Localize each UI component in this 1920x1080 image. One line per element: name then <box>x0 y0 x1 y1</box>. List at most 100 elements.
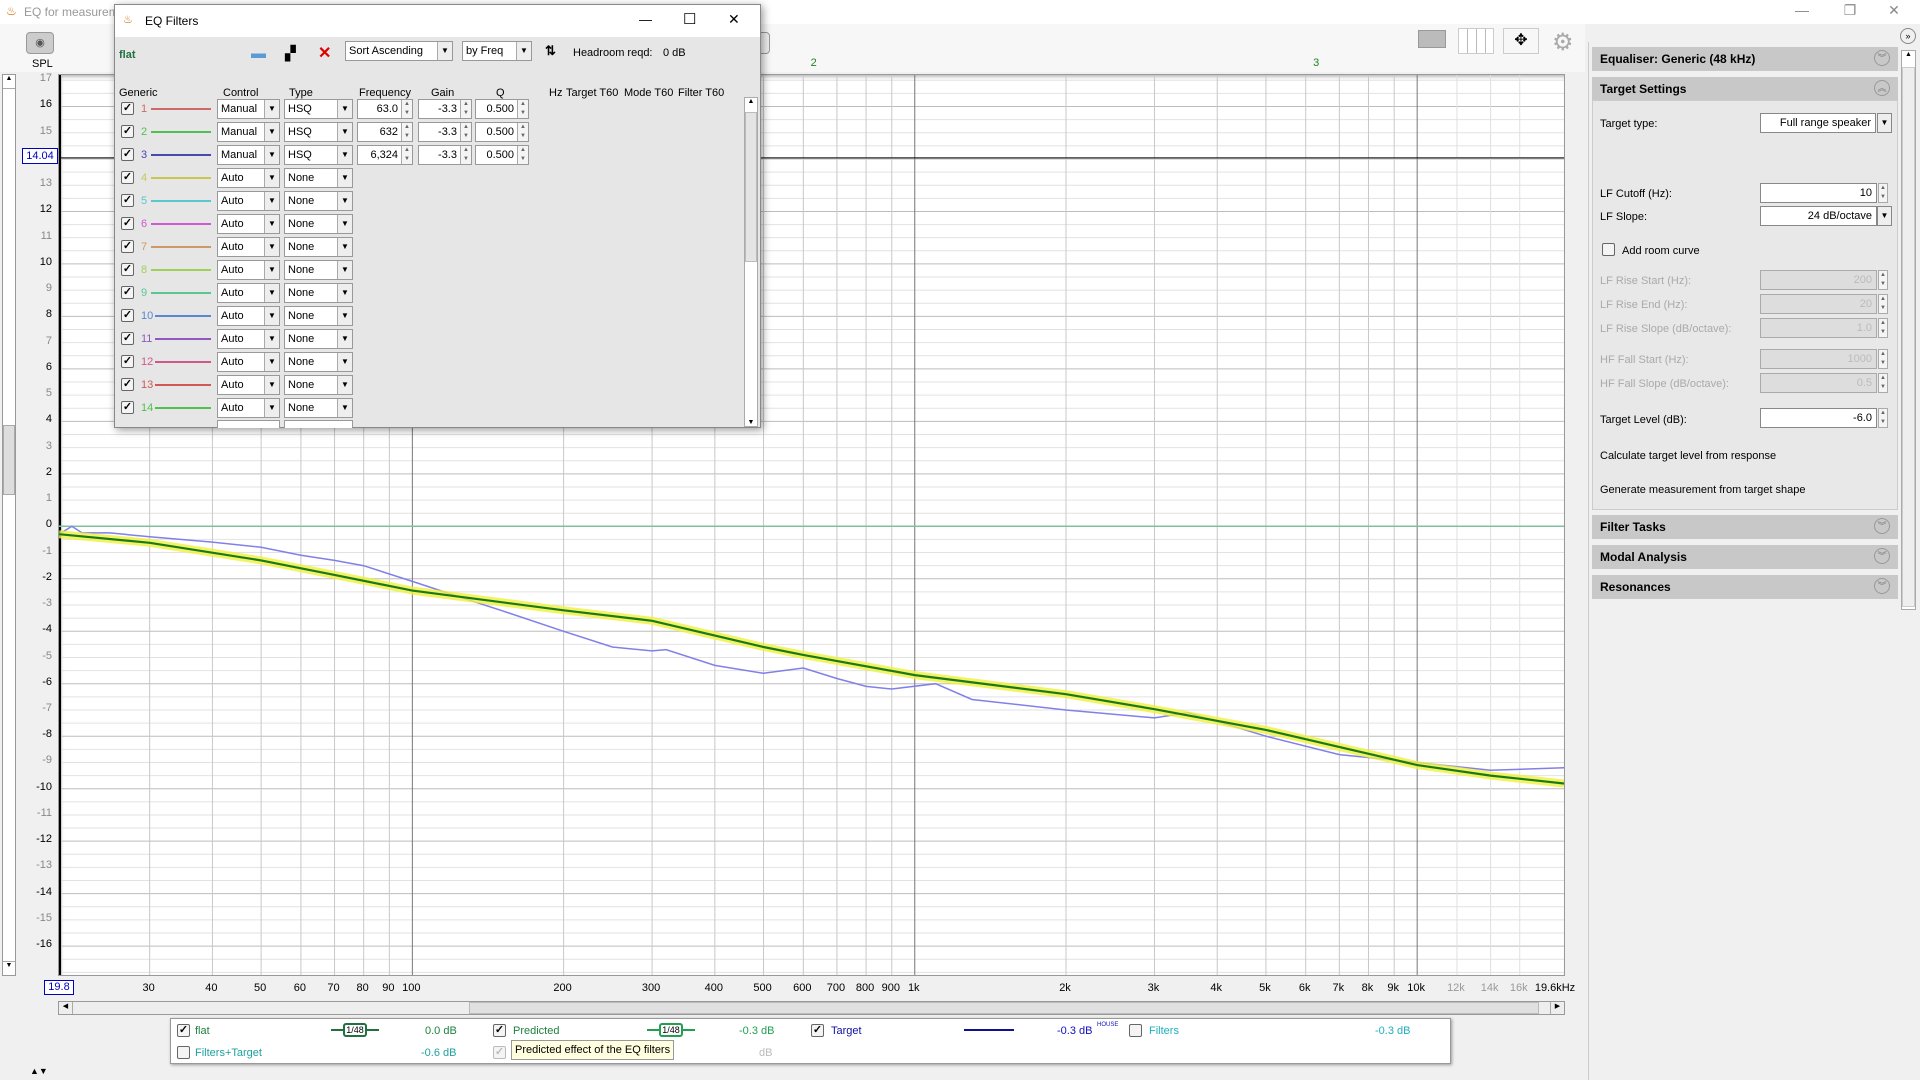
filter-type-select[interactable]: None ▼ <box>284 329 353 349</box>
lf-slope-dropdown-arrow[interactable]: ▼ <box>1877 206 1892 226</box>
filters-scrollbar[interactable]: ▲ ▼ <box>744 97 758 427</box>
filter-control-select[interactable]: Auto ▼ <box>217 283 280 303</box>
hf-fall-slope-input[interactable]: 0.5 <box>1760 373 1877 393</box>
filter-enabled-checkbox[interactable]: ✓ <box>121 355 134 368</box>
equaliser-header[interactable]: Equaliser: Generic (48 kHz) ︾ <box>1592 47 1898 71</box>
settings-gear-icon[interactable]: ⚙ <box>1552 28 1574 57</box>
filters-scroll-up[interactable]: ▲ <box>745 98 757 105</box>
filter-control-select[interactable]: Auto ▼ <box>217 191 280 211</box>
filter-control-select[interactable]: Manual ▼ <box>217 99 280 119</box>
filter-control-select[interactable] <box>217 420 280 428</box>
filter-enabled-checkbox[interactable]: ✓ <box>121 148 134 161</box>
dialog-close-button[interactable]: ✕ <box>728 11 740 28</box>
filter-control-select[interactable]: Auto ▼ <box>217 398 280 418</box>
sort-by-select[interactable]: by Freq ▼ <box>462 41 532 61</box>
hf-fall-slope-spinner[interactable]: ▲ ▼ <box>1878 373 1888 393</box>
lf-rise-end-spinner[interactable]: ▲ ▼ <box>1878 294 1888 314</box>
filter-type-select[interactable]: HSQ ▼ <box>284 122 353 142</box>
filter-enabled-checkbox[interactable]: ✓ <box>121 401 134 414</box>
close-button[interactable]: ✕ <box>1874 2 1914 19</box>
filter-enabled-checkbox[interactable]: ✓ <box>121 171 134 184</box>
extra-checkbox[interactable]: ✓ <box>493 1046 506 1059</box>
scroll-down-arrow[interactable]: ▼ <box>3 961 15 975</box>
filters-scroll-down[interactable]: ▼ <box>745 419 757 426</box>
filters-scroll-thumb[interactable] <box>745 112 757 262</box>
filter-type-select[interactable]: None ▼ <box>284 398 353 418</box>
filter-q-input[interactable]: 0.500 ▲ ▼ <box>475 122 529 142</box>
filter-enabled-checkbox[interactable]: ✓ <box>121 286 134 299</box>
dialog-minimize-button[interactable]: — <box>639 12 652 27</box>
filter-type-select[interactable]: HSQ ▼ <box>284 145 353 165</box>
split-arrows-icon[interactable]: ▲▼ <box>30 1066 48 1076</box>
restore-button[interactable]: ❐ <box>1830 2 1870 19</box>
target-level-spinner[interactable]: ▲ ▼ <box>1878 408 1888 428</box>
sort-direction-icon[interactable]: ⇅ <box>545 43 556 59</box>
grid-icon[interactable] <box>1458 28 1494 54</box>
target-checkbox[interactable]: ✓ <box>811 1024 824 1037</box>
target-level-input[interactable]: -6.0 <box>1760 408 1877 428</box>
lf-rise-end-input[interactable]: 20 <box>1760 294 1877 314</box>
filter-type-select[interactable]: None ▼ <box>284 191 353 211</box>
filter-type-select[interactable]: None ▼ <box>284 168 353 188</box>
panel-scrollbar[interactable]: ▲ <box>1901 50 1916 610</box>
scroll-thumb-h[interactable] <box>469 1002 1539 1014</box>
horizontal-scrollbar[interactable]: ◀ ▶ <box>58 1001 1565 1015</box>
panel-scroll-up[interactable]: ▲ <box>1902 51 1915 58</box>
lf-cutoff-spinner[interactable]: ▲ ▼ <box>1878 183 1888 203</box>
filter-enabled-checkbox[interactable]: ✓ <box>121 217 134 230</box>
filters-target-checkbox[interactable] <box>177 1046 190 1059</box>
camera-icon[interactable]: ◉ <box>26 32 54 54</box>
lf-rise-start-spinner[interactable]: ▲ ▼ <box>1878 270 1888 290</box>
filter-frequency-input[interactable]: 632 ▲ ▼ <box>357 122 413 142</box>
dialog-maximize-button[interactable]: ☐ <box>683 10 696 28</box>
hf-fall-start-spinner[interactable]: ▲ ▼ <box>1878 349 1888 369</box>
filter-enabled-checkbox[interactable]: ✓ <box>121 332 134 345</box>
filter-frequency-input[interactable]: 63.0 ▲ ▼ <box>357 99 413 119</box>
filter-q-input[interactable]: 0.500 ▲ ▼ <box>475 145 529 165</box>
resonances-header[interactable]: Resonances ︾ <box>1592 575 1898 599</box>
delete-icon[interactable]: ✕ <box>318 43 331 63</box>
filter-frequency-input[interactable]: 6,324 ▲ ▼ <box>357 145 413 165</box>
fit-view-icon[interactable] <box>1410 28 1450 54</box>
filter-enabled-checkbox[interactable]: ✓ <box>121 263 134 276</box>
filter-gain-input[interactable]: -3.3 ▲ ▼ <box>418 122 472 142</box>
filter-control-select[interactable]: Auto ▼ <box>217 329 280 349</box>
filter-enabled-checkbox[interactable]: ✓ <box>121 102 134 115</box>
filter-type-select[interactable]: None ▼ <box>284 375 353 395</box>
filter-enabled-checkbox[interactable]: ✓ <box>121 125 134 138</box>
target-type-select[interactable]: Full range speaker <box>1760 113 1876 133</box>
lf-slope-select[interactable]: 24 dB/octave <box>1760 206 1877 226</box>
lf-rise-slope-spinner[interactable]: ▲ ▼ <box>1878 318 1888 338</box>
filter-type-select[interactable]: None ▼ <box>284 352 353 372</box>
filter-control-select[interactable]: Manual ▼ <box>217 145 280 165</box>
minimize-button[interactable]: — <box>1782 2 1822 18</box>
filter-enabled-checkbox[interactable]: ✓ <box>121 309 134 322</box>
pan-arrows-icon[interactable]: ✥ <box>1503 28 1539 54</box>
filter-type-select[interactable]: HSQ ▼ <box>284 99 353 119</box>
filter-type-select[interactable]: None ▼ <box>284 214 353 234</box>
filter-type-select[interactable]: None ▼ <box>284 283 353 303</box>
filters-checkbox[interactable] <box>1129 1024 1142 1037</box>
filter-control-select[interactable]: Auto ▼ <box>217 306 280 326</box>
modal-analysis-header[interactable]: Modal Analysis ︾ <box>1592 545 1898 569</box>
add-room-curve-checkbox[interactable] <box>1602 243 1615 256</box>
filter-enabled-checkbox[interactable]: ✓ <box>121 378 134 391</box>
filter-control-select[interactable]: Auto ▼ <box>217 237 280 257</box>
filter-enabled-checkbox[interactable]: ✓ <box>121 240 134 253</box>
scroll-left-arrow[interactable]: ◀ <box>59 1002 73 1014</box>
flat-checkbox[interactable]: ✓ <box>177 1024 190 1037</box>
lf-rise-slope-input[interactable]: 1.0 <box>1760 318 1877 338</box>
filter-control-select[interactable]: Auto ▼ <box>217 260 280 280</box>
filter-control-select[interactable]: Manual ▼ <box>217 122 280 142</box>
panel-scroll-thumb[interactable] <box>1902 67 1915 607</box>
filter-type-select[interactable]: None ▼ <box>284 306 353 326</box>
target-settings-header[interactable]: Target Settings ︽ <box>1592 77 1898 101</box>
hf-fall-start-input[interactable]: 1000 <box>1760 349 1877 369</box>
filter-control-select[interactable]: Auto ▼ <box>217 214 280 234</box>
filter-gain-input[interactable]: -3.3 ▲ ▼ <box>418 145 472 165</box>
filter-control-select[interactable]: Auto ▼ <box>217 352 280 372</box>
lf-rise-start-input[interactable]: 200 <box>1760 270 1877 290</box>
scroll-right-arrow[interactable]: ▶ <box>1550 1002 1564 1014</box>
target-type-dropdown-arrow[interactable]: ▼ <box>1877 113 1892 133</box>
save-icon[interactable]: ▞ <box>285 45 296 62</box>
